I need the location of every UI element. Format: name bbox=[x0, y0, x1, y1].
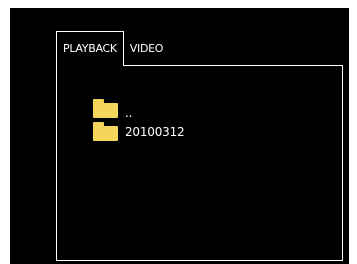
folder-item-20100312[interactable]: 20100312 bbox=[93, 122, 185, 141]
camera-screen: PLAYBACK VIDEO .. 20100312 bbox=[10, 8, 349, 264]
folder-label: 20100312 bbox=[125, 124, 185, 139]
parent-directory-item[interactable]: .. bbox=[93, 96, 132, 120]
folder-icon bbox=[93, 98, 118, 118]
tab-playback[interactable]: PLAYBACK bbox=[56, 31, 124, 66]
tab-bar: PLAYBACK VIDEO bbox=[56, 31, 169, 66]
file-browser-panel: .. 20100312 bbox=[56, 65, 343, 261]
parent-directory-label: .. bbox=[125, 106, 133, 120]
folder-icon bbox=[93, 122, 118, 141]
tab-video[interactable]: VIDEO bbox=[124, 32, 169, 66]
